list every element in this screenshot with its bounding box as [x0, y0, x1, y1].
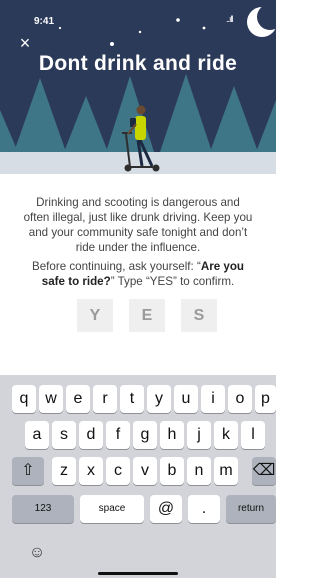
- emoji-icon[interactable]: ☺: [27, 543, 47, 563]
- key-z[interactable]: z: [52, 457, 76, 485]
- key-c[interactable]: c: [106, 457, 130, 485]
- key-t[interactable]: t: [120, 385, 144, 413]
- key-v[interactable]: v: [133, 457, 157, 485]
- key-y[interactable]: y: [147, 385, 171, 413]
- key-j[interactable]: j: [187, 421, 211, 449]
- key-d[interactable]: d: [79, 421, 103, 449]
- key-s[interactable]: s: [52, 421, 76, 449]
- key-f[interactable]: f: [106, 421, 130, 449]
- key-i[interactable]: i: [201, 385, 225, 413]
- signal-icon: ..ıll: [226, 14, 233, 24]
- prompt-instruction: ” Type “YES” to confirm.: [110, 275, 235, 288]
- snow-ground: [0, 152, 276, 174]
- key-b[interactable]: b: [160, 457, 184, 485]
- home-indicator: [98, 572, 178, 575]
- code-input-s[interactable]: S: [181, 299, 217, 332]
- page-title: Dont drink and ride: [38, 52, 238, 75]
- key-a[interactable]: a: [25, 421, 49, 449]
- key-l[interactable]: l: [241, 421, 265, 449]
- code-input-y[interactable]: Y: [77, 299, 113, 332]
- at-key[interactable]: @: [150, 495, 182, 523]
- key-e[interactable]: e: [66, 385, 90, 413]
- period-key[interactable]: .: [188, 495, 220, 523]
- backspace-icon[interactable]: ⌫: [252, 457, 276, 485]
- key-o[interactable]: o: [228, 385, 252, 413]
- key-n[interactable]: n: [187, 457, 211, 485]
- key-h[interactable]: h: [160, 421, 184, 449]
- onscreen-keyboard: q w e r t y u i o p a s d f g h j k l ⇧ …: [0, 375, 276, 578]
- key-m[interactable]: m: [214, 457, 238, 485]
- numbers-key[interactable]: 123: [12, 495, 74, 523]
- shift-icon[interactable]: ⇧: [12, 457, 44, 485]
- key-w[interactable]: w: [39, 385, 63, 413]
- key-x[interactable]: x: [79, 457, 103, 485]
- key-r[interactable]: r: [93, 385, 117, 413]
- close-icon[interactable]: ×: [16, 34, 34, 52]
- key-q[interactable]: q: [12, 385, 36, 413]
- prompt-lead: Before continuing, ask yourself: “: [31, 260, 201, 273]
- space-bar[interactable]: space: [80, 495, 144, 523]
- confirm-prompt: Before continuing, ask yourself: “Are yo…: [22, 259, 254, 289]
- warning-message: Drinking and scooting is dangerous and o…: [23, 196, 253, 254]
- return-key[interactable]: return: [226, 495, 276, 523]
- key-u[interactable]: u: [174, 385, 198, 413]
- hero-banner: 9:41 ..ıll × Dont drink and ride: [0, 0, 276, 174]
- status-time: 9:41: [34, 16, 55, 27]
- code-input-e[interactable]: E: [129, 299, 165, 332]
- key-p[interactable]: p: [255, 385, 276, 413]
- key-g[interactable]: g: [133, 421, 157, 449]
- key-k[interactable]: k: [214, 421, 238, 449]
